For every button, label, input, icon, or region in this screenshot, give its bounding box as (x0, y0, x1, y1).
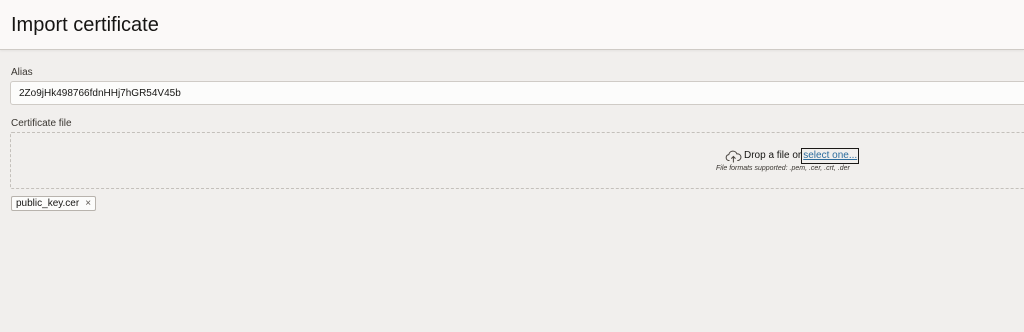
remove-file-icon[interactable]: × (85, 198, 91, 209)
supported-formats-hint: File formats supported: .pem, .cer, .crt… (716, 165, 850, 172)
alias-input[interactable] (10, 81, 1024, 105)
file-chip: public_key.cer × (11, 196, 97, 211)
drop-prompt: Drop a file or select one... (725, 148, 860, 164)
page-title: Import certificate (11, 14, 159, 36)
cloud-upload-icon (725, 150, 742, 163)
select-file-link[interactable]: select one... (801, 148, 860, 164)
certificate-dropzone[interactable]: Drop a file or select one... File format… (10, 132, 1024, 189)
file-chip-name: public_key.cer (16, 198, 80, 209)
alias-label: Alias (11, 67, 33, 78)
certificate-file-label: Certificate file (11, 118, 72, 129)
page-header: Import certificate (0, 0, 1024, 50)
drop-text: Drop a file or (744, 150, 802, 161)
